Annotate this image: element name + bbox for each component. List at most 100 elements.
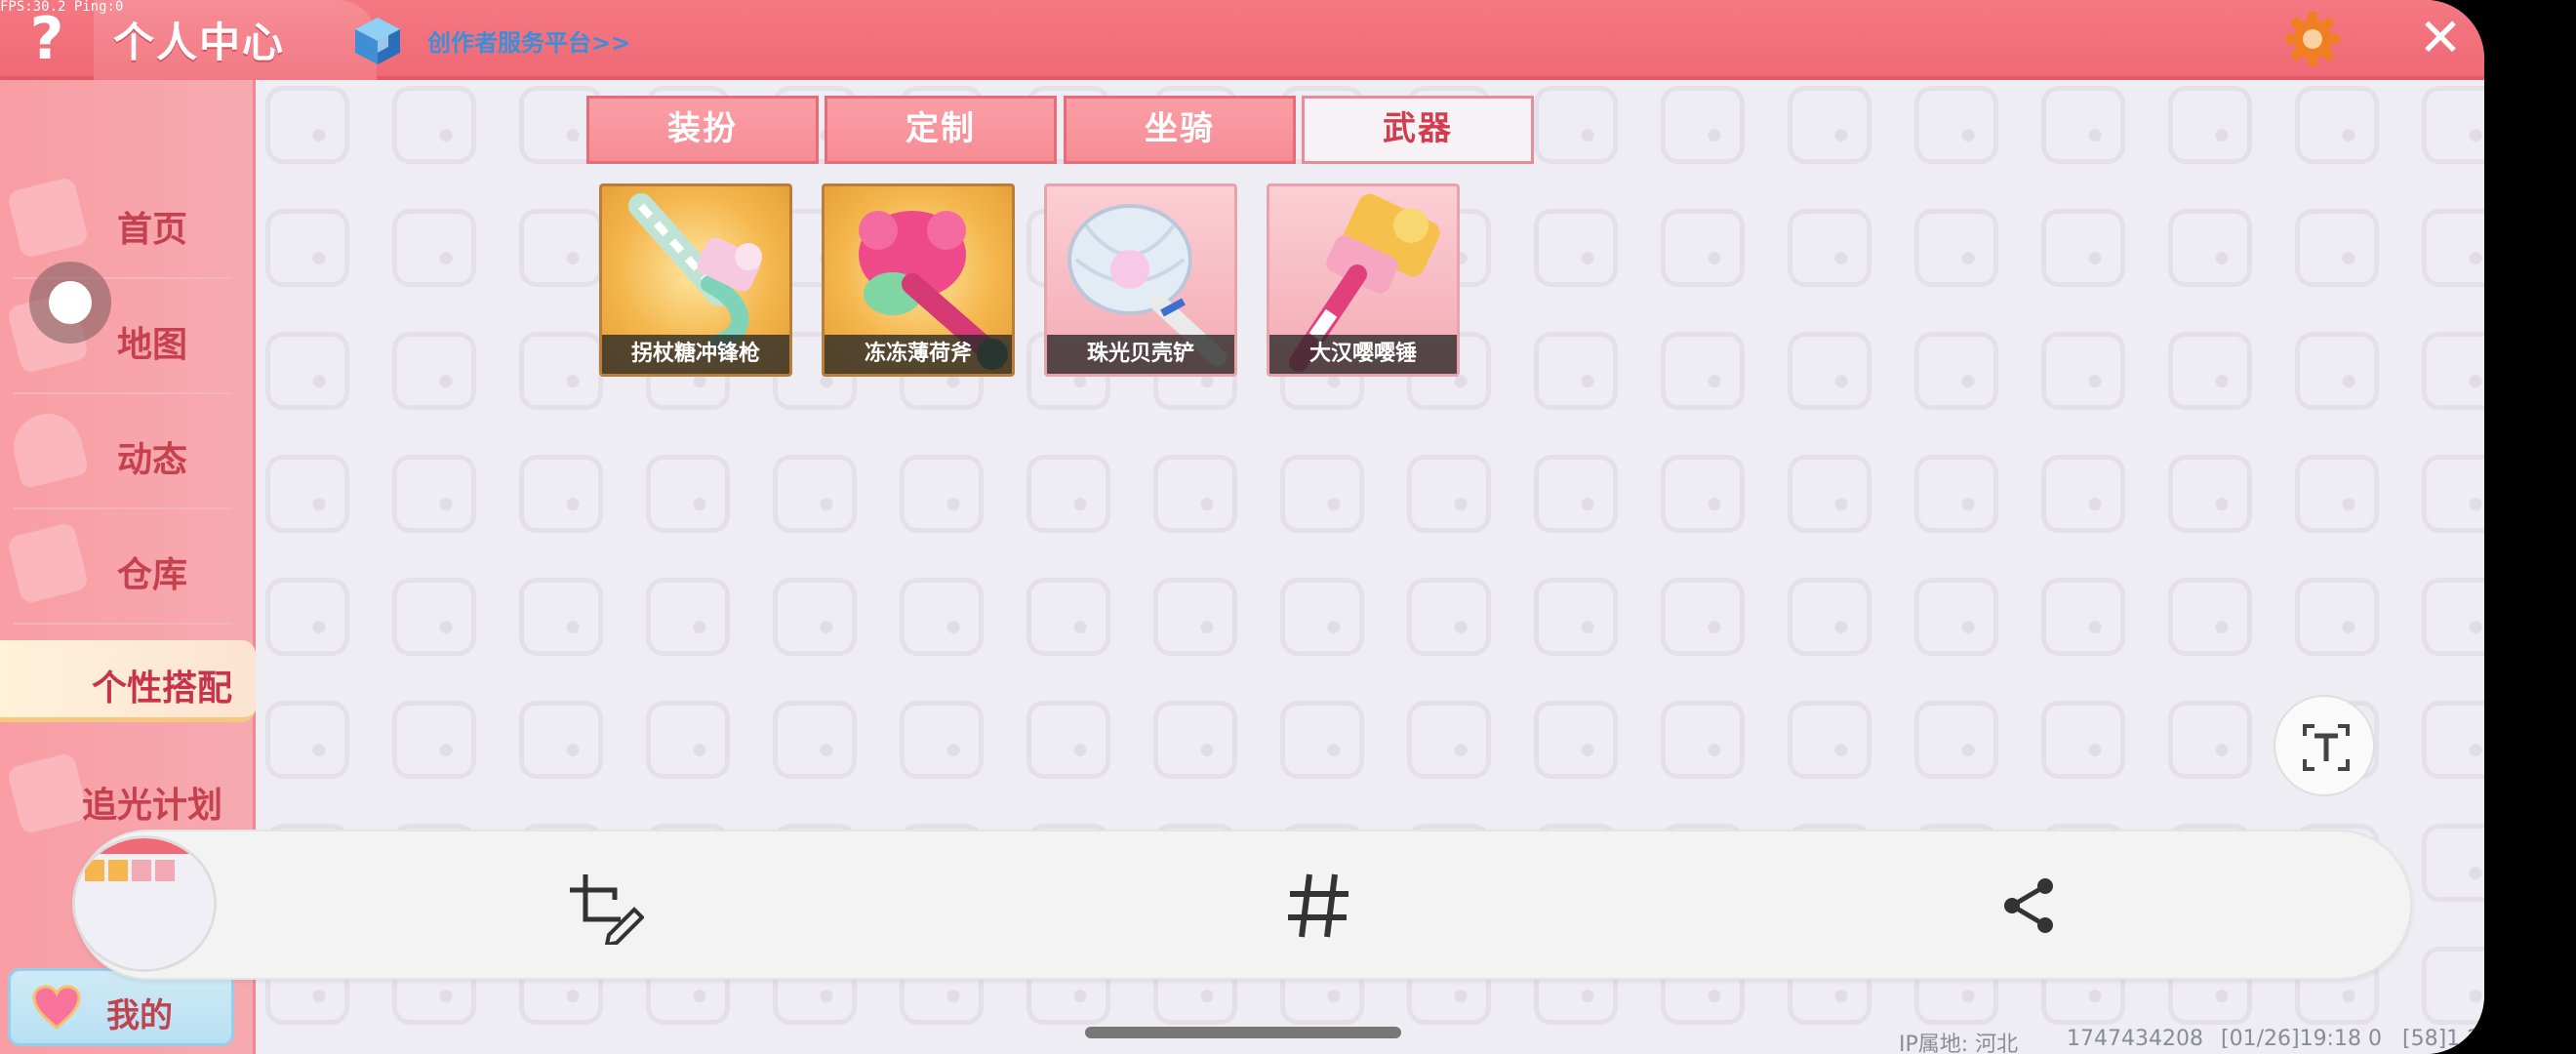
heart-icon bbox=[32, 985, 81, 1030]
pattern-tile bbox=[2168, 86, 2252, 164]
pattern-tile bbox=[2041, 701, 2125, 779]
pattern-tile bbox=[2422, 209, 2484, 287]
pattern-tile bbox=[1661, 86, 1745, 164]
close-button[interactable]: ✕ bbox=[2410, 8, 2471, 68]
pattern-tile bbox=[1153, 701, 1237, 779]
creator-platform-link[interactable]: 创作者服务平台>> bbox=[427, 23, 630, 58]
pattern-tile bbox=[2041, 578, 2125, 656]
screenshot-thumbnail[interactable] bbox=[72, 835, 217, 972]
sidebar-item-outfit[interactable]: 个性搭配 bbox=[0, 640, 256, 722]
share-icon[interactable] bbox=[1998, 874, 2061, 937]
item-card-big-hammer[interactable]: 大汉嘤嘤锤 bbox=[1267, 183, 1460, 377]
pattern-tile bbox=[2422, 701, 2484, 779]
pattern-tile bbox=[1534, 86, 1618, 164]
pattern-tile bbox=[1407, 578, 1491, 656]
hashtag-icon[interactable] bbox=[1284, 871, 1354, 941]
pattern-tile bbox=[2295, 578, 2379, 656]
help-button[interactable]: ? bbox=[16, 8, 78, 70]
thumbnail-preview bbox=[75, 838, 214, 969]
pattern-tile bbox=[1788, 86, 1872, 164]
tab-weapon[interactable]: 武器 bbox=[1302, 96, 1534, 164]
sidebar-item-label: 首页 bbox=[116, 210, 187, 250]
pattern-tile bbox=[2295, 209, 2379, 287]
tab-mount[interactable]: 坐骑 bbox=[1064, 96, 1296, 164]
pattern-tile bbox=[1914, 578, 1998, 656]
pattern-tile bbox=[1280, 701, 1364, 779]
pattern-tile bbox=[265, 578, 349, 656]
sidebar-item-feed[interactable]: 动态 bbox=[6, 394, 232, 509]
crop-edit-icon[interactable] bbox=[566, 871, 644, 945]
cube-icon bbox=[355, 18, 400, 64]
pattern-tile bbox=[1661, 455, 1745, 533]
fps-readout: FPS:30.2 Ping:0 bbox=[0, 0, 124, 15]
pattern-tile bbox=[1661, 578, 1745, 656]
item-name: 冻冻薄荷斧 bbox=[825, 335, 1012, 374]
sidebar-item-home[interactable]: 首页 bbox=[6, 164, 232, 279]
pattern-tile bbox=[773, 578, 857, 656]
pattern-tile bbox=[392, 455, 476, 533]
pattern-tile bbox=[1661, 209, 1745, 287]
item-card-pearl-shovel[interactable]: 珠光贝壳铲 bbox=[1044, 183, 1237, 377]
sidebar-item-label: 仓库 bbox=[116, 555, 187, 595]
ip-location: IP属地: 河北 bbox=[1899, 1033, 2019, 1054]
pattern-tile bbox=[265, 86, 349, 164]
pattern-tile bbox=[2041, 86, 2125, 164]
pattern-tile bbox=[900, 578, 984, 656]
pattern-tile bbox=[2168, 209, 2252, 287]
pattern-tile bbox=[1914, 701, 1998, 779]
pattern-tile bbox=[519, 578, 603, 656]
pattern-tile bbox=[392, 332, 476, 410]
pattern-tile bbox=[1280, 455, 1364, 533]
pattern-tile bbox=[1914, 209, 1998, 287]
item-name: 拐杖糖冲锋枪 bbox=[602, 335, 789, 374]
pattern-tile bbox=[1153, 455, 1237, 533]
pattern-tile bbox=[646, 578, 730, 656]
pattern-tile bbox=[519, 332, 603, 410]
pattern-tile bbox=[2422, 332, 2484, 410]
pattern-tile bbox=[1026, 701, 1110, 779]
pattern-tile bbox=[265, 455, 349, 533]
pattern-tile bbox=[1280, 578, 1364, 656]
pattern-tile bbox=[1534, 332, 1618, 410]
header-bar: ? 个人中心 创作者服务平台>> ✕ bbox=[0, 0, 2484, 80]
sidebar-item-label: 动态 bbox=[116, 440, 187, 480]
pattern-tile bbox=[2422, 455, 2484, 533]
pattern-tile bbox=[2295, 455, 2379, 533]
tab-outfit[interactable]: 装扮 bbox=[586, 96, 819, 164]
pattern-tile bbox=[392, 701, 476, 779]
pattern-tile bbox=[1788, 578, 1872, 656]
item-name: 珠光贝壳铲 bbox=[1047, 335, 1234, 374]
mine-button[interactable]: 我的 bbox=[8, 968, 234, 1046]
sidebar-item-label: 追光计划 bbox=[81, 786, 222, 826]
floating-assistive-button[interactable] bbox=[29, 262, 111, 344]
pattern-tile bbox=[2168, 455, 2252, 533]
text-extract-button[interactable] bbox=[2274, 695, 2375, 796]
mine-label: 我的 bbox=[106, 996, 173, 1035]
pattern-tile bbox=[265, 209, 349, 287]
pattern-tile bbox=[2422, 947, 2484, 1025]
pattern-tile bbox=[1153, 578, 1237, 656]
pattern-tile bbox=[1026, 455, 1110, 533]
item-name: 大汉嘤嘤锤 bbox=[1269, 335, 1457, 374]
pattern-tile bbox=[646, 455, 730, 533]
pattern-tile bbox=[392, 209, 476, 287]
pattern-tile bbox=[2422, 578, 2484, 656]
pattern-tile bbox=[2168, 578, 2252, 656]
pattern-tile bbox=[646, 701, 730, 779]
pattern-tile bbox=[2295, 332, 2379, 410]
gear-icon[interactable] bbox=[2283, 10, 2342, 68]
pattern-tile bbox=[1914, 86, 1998, 164]
home-indicator[interactable] bbox=[1085, 1027, 1401, 1038]
item-card-mint-axe[interactable]: 冻冻薄荷斧 bbox=[822, 183, 1015, 377]
pattern-tile bbox=[1407, 701, 1491, 779]
pattern-tile bbox=[773, 701, 857, 779]
timestamp: [01/26]19:18 0 bbox=[2221, 1027, 2382, 1051]
pattern-tile bbox=[392, 578, 476, 656]
pattern-tile bbox=[1914, 332, 1998, 410]
pattern-tile bbox=[519, 701, 603, 779]
sidebar-item-warehouse[interactable]: 仓库 bbox=[6, 509, 232, 625]
version-info: [58]1.2 bbox=[2402, 1027, 2481, 1051]
pattern-tile bbox=[519, 209, 603, 287]
tab-custom[interactable]: 定制 bbox=[825, 96, 1057, 164]
item-card-candy-cane-gun[interactable]: 拐杖糖冲锋枪 bbox=[599, 183, 792, 377]
